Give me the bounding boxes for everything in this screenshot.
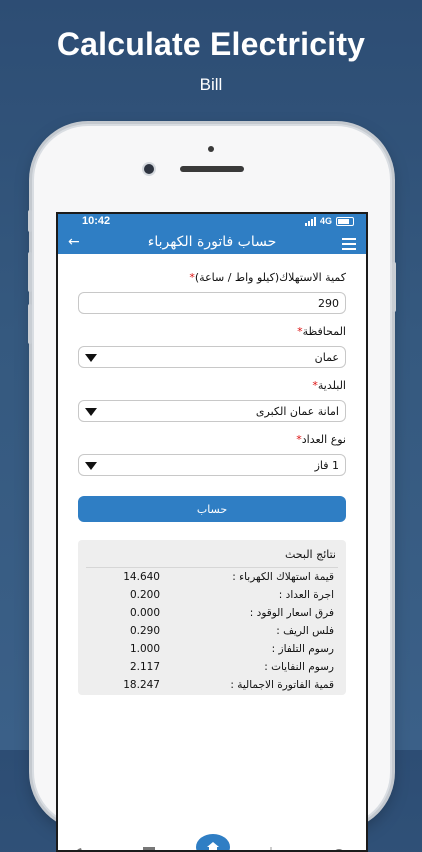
results-panel: نتائج البحث قيمة استهلاك الكهرباء : 14.64… [78, 540, 346, 695]
municipality-label: البلدية* [78, 378, 346, 394]
result-label: اجرة العداد : [278, 589, 334, 601]
document-icon[interactable] [142, 842, 156, 850]
result-row: فرق اسعار الوقود : 0.000 [86, 604, 338, 622]
earpiece-speaker [180, 166, 244, 172]
consumption-label-text: كمية الاستهلاك(كيلو واط / ساعة) [194, 271, 346, 284]
governorate-label: المحافظة* [78, 324, 346, 340]
result-row: اجرة العداد : 0.200 [86, 586, 338, 604]
status-bar: 10:42 4G [58, 214, 366, 230]
home-icon[interactable] [196, 834, 230, 850]
result-row: رسوم التلفاز : 1.000 [86, 640, 338, 658]
result-value: 0.000 [129, 607, 160, 619]
battery-icon [336, 216, 354, 226]
result-label: قيمة استهلاك الكهرباء : [232, 571, 334, 583]
promo-title: Calculate Electricity [56, 26, 366, 62]
result-value: 2.117 [129, 661, 160, 673]
sensor-dot [208, 146, 214, 152]
governorate-select[interactable]: عمان [78, 346, 346, 368]
consumption-input[interactable]: 290 [78, 292, 346, 314]
bottom-nav [58, 834, 366, 850]
calculation-form: كمية الاستهلاك(كيلو واط / ساعة)* 290 الم… [58, 270, 366, 695]
chevron-down-icon [85, 354, 97, 362]
municipality-value: امانة عمان الكبرى [255, 404, 339, 418]
calculate-button[interactable]: حساب [78, 496, 346, 522]
chevron-down-icon [85, 408, 97, 416]
page-title: حساب فاتورة الكهرباء [147, 234, 277, 250]
municipality-select[interactable]: امانة عمان الكبرى [78, 400, 346, 422]
result-row: فلس الريف : 0.290 [86, 622, 338, 640]
phone-volume-down [28, 304, 32, 344]
result-label: قمية الفاتورة الاجمالية : [230, 679, 334, 691]
result-label: رسوم التلفاز : [271, 643, 334, 655]
result-value: 0.290 [129, 625, 160, 637]
phone-icon[interactable] [72, 842, 86, 850]
result-value: 1.000 [129, 643, 160, 655]
phone-side-button [28, 210, 32, 232]
consumption-label: كمية الاستهلاك(كيلو واط / ساعة)* [78, 270, 346, 286]
meter-type-value: 1 فاز [314, 458, 339, 472]
signal-icon [304, 216, 316, 226]
app-bar: ← حساب فاتورة الكهرباء [58, 230, 366, 254]
status-time: 10:42 [82, 215, 111, 227]
promo-subtitle: Bill [199, 75, 223, 94]
sun-icon[interactable] [264, 842, 278, 850]
result-row: قمية الفاتورة الاجمالية : 18.247 [86, 676, 338, 694]
phone-mockup: 10:42 4G ← حساب فاتورة الكهرباء كمية الا… [28, 126, 396, 852]
arrow-left-icon[interactable]: ← [68, 234, 80, 250]
result-value: 18.247 [123, 679, 160, 691]
status-indicators: 4G [304, 216, 354, 226]
result-label: فرق اسعار الوقود : [249, 607, 334, 619]
governorate-label-text: المحافظة [302, 325, 346, 338]
result-value: 0.200 [129, 589, 160, 601]
result-value: 14.640 [123, 571, 160, 583]
meter-type-select[interactable]: 1 فاز [78, 454, 346, 476]
result-row: رسوم النفايات : 2.117 [86, 658, 338, 676]
municipality-label-text: البلدية [317, 379, 346, 392]
governorate-value: عمان [314, 350, 339, 364]
search-icon[interactable] [332, 842, 346, 850]
consumption-value: 290 [318, 296, 339, 310]
meter-type-label: نوع العداد* [78, 432, 346, 448]
result-row: قيمة استهلاك الكهرباء : 14.640 [86, 568, 338, 586]
results-list: قيمة استهلاك الكهرباء : 14.640 اجرة العداد… [86, 568, 338, 694]
phone-power-button [392, 262, 396, 312]
result-label: رسوم النفايات : [264, 661, 334, 673]
front-camera [144, 164, 154, 174]
results-title: نتائج البحث [86, 544, 338, 568]
phone-volume-up [28, 252, 32, 292]
network-type: 4G [319, 216, 332, 226]
meter-type-label-text: نوع العداد [301, 433, 346, 446]
chevron-down-icon [85, 462, 97, 470]
app-screen: 10:42 4G ← حساب فاتورة الكهرباء كمية الا… [56, 212, 368, 852]
hamburger-menu-icon[interactable] [342, 238, 356, 253]
result-label: فلس الريف : [276, 625, 334, 637]
